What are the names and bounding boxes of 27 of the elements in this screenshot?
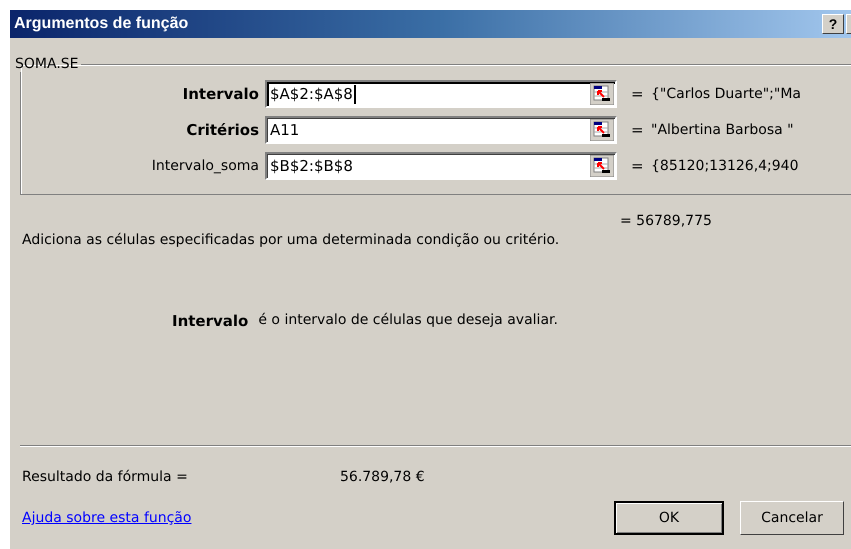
- range-picker-icon[interactable]: [590, 155, 614, 177]
- equals-sign: =: [631, 157, 645, 175]
- argument-label: Intervalo: [182, 85, 260, 103]
- argument-label: Intervalo_soma: [150, 158, 260, 174]
- range-picker-icon[interactable]: [590, 83, 614, 105]
- help-link[interactable]: Ajuda sobre esta função: [22, 510, 614, 526]
- argument-value: {85120;13126,4;940: [651, 158, 798, 174]
- equals-sign: =: [631, 121, 645, 139]
- argument-description: é o intervalo de células que deseja avaliar.: [258, 312, 558, 330]
- argument-field[interactable]: $B$2:$B$8: [265, 152, 617, 180]
- argument-field[interactable]: A11: [265, 116, 617, 144]
- help-button[interactable]: ?: [822, 14, 844, 34]
- function-name: SOMA.SE: [14, 56, 80, 72]
- function-description: Adiciona as células especificadas por uma determinada condição ou critério.: [22, 232, 560, 248]
- formula-result-label: Resultado da fórmula =: [22, 469, 189, 485]
- cancel-button[interactable]: Cancelar: [740, 501, 844, 535]
- ok-button[interactable]: OK: [614, 501, 724, 535]
- window-title: Argumentos de função: [14, 15, 190, 33]
- equals-sign: =: [631, 85, 645, 103]
- range-picker-icon[interactable]: [590, 119, 614, 141]
- argument-field[interactable]: $A$2:$A$8: [265, 80, 617, 108]
- argument-value: {"Carlos Duarte";"Ma: [651, 86, 802, 102]
- argument-name: Intervalo: [172, 312, 248, 330]
- function-result: = 56789,775: [620, 213, 713, 229]
- argument-label: Critérios: [185, 121, 260, 139]
- argument-value: "Albertina Barbosa ": [651, 122, 794, 138]
- formula-result-value: 56.789,78 €: [340, 469, 425, 485]
